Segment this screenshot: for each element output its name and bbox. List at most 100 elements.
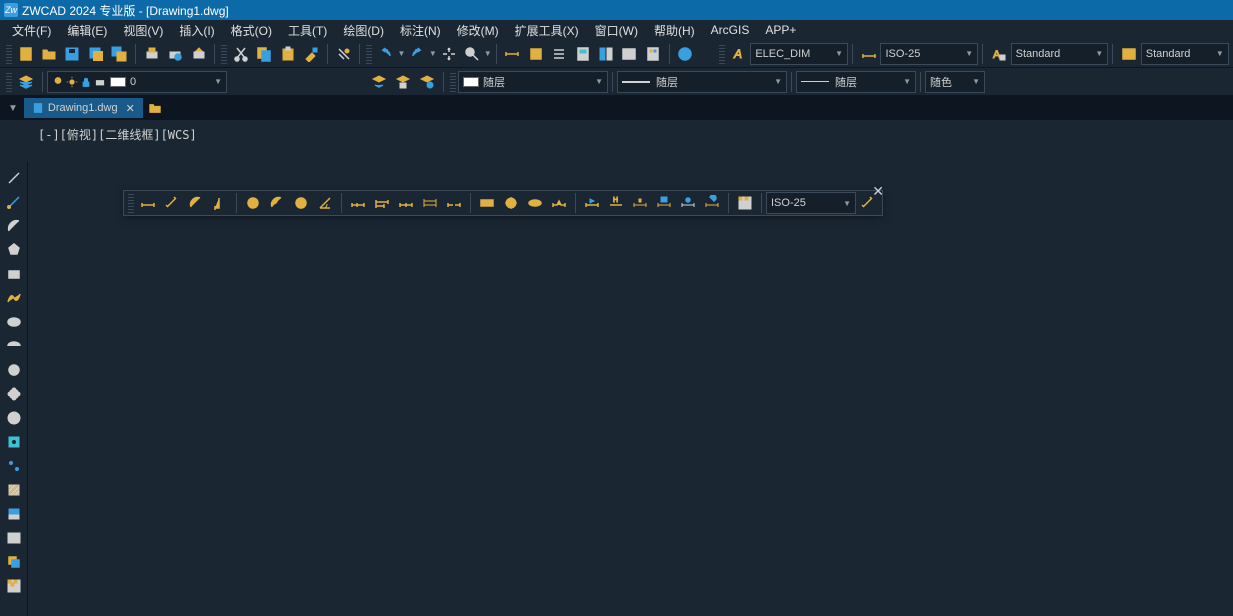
menu-appplus[interactable]: APP+ <box>757 21 804 39</box>
design-center-button[interactable] <box>619 43 640 65</box>
center-mark-button[interactable] <box>500 192 522 214</box>
layer-state-button[interactable] <box>416 71 438 93</box>
arc-button[interactable] <box>3 215 25 237</box>
help-button[interactable]: ? <box>675 43 696 65</box>
dim-quick-button[interactable] <box>347 192 369 214</box>
dim-ordinate-button[interactable] <box>209 192 231 214</box>
menu-file[interactable]: 文件(F) <box>4 20 59 41</box>
rectangle-button[interactable] <box>3 263 25 285</box>
toolbar-grip[interactable] <box>719 44 725 64</box>
menu-extend[interactable]: 扩展工具(X) <box>507 20 587 41</box>
dim-override-button[interactable] <box>653 192 675 214</box>
region-button[interactable] <box>3 551 25 573</box>
redo-button[interactable] <box>406 43 427 65</box>
dim-diameter-button[interactable] <box>290 192 312 214</box>
dim-style-icon[interactable] <box>858 43 879 65</box>
text-mgr-icon[interactable]: A <box>988 43 1009 65</box>
tab-close-icon[interactable]: ✕ <box>126 102 135 115</box>
ray-button[interactable] <box>3 191 25 213</box>
menu-arcgis[interactable]: ArcGIS <box>703 21 758 39</box>
inspect-button[interactable] <box>524 192 546 214</box>
new-tab-button[interactable] <box>147 100 163 116</box>
circle-button[interactable] <box>3 359 25 381</box>
dimstyle-button[interactable] <box>734 192 756 214</box>
plotstyle-dropdown[interactable]: 随色 <box>925 71 985 93</box>
dim-reassoc-button[interactable] <box>677 192 699 214</box>
publish-button[interactable] <box>188 43 209 65</box>
cut-button[interactable] <box>230 43 251 65</box>
toolbar-grip[interactable] <box>450 72 456 92</box>
line-button[interactable] <box>3 167 25 189</box>
menu-window[interactable]: 窗口(W) <box>587 20 646 41</box>
table-style-dropdown[interactable]: Standard <box>1141 43 1229 65</box>
dim-style-dropdown[interactable]: ISO-25 <box>880 43 978 65</box>
layer-iso-button[interactable] <box>392 71 414 93</box>
layer-manager-button[interactable] <box>15 71 37 93</box>
dim-continue-button[interactable] <box>395 192 417 214</box>
tool-palette-button[interactable] <box>642 43 663 65</box>
calculator-button[interactable] <box>572 43 593 65</box>
menu-view[interactable]: 视图(V) <box>115 20 171 41</box>
dim-space-button[interactable] <box>419 192 441 214</box>
tolerance-button[interactable] <box>476 192 498 214</box>
layer-prev-button[interactable] <box>368 71 390 93</box>
save-button[interactable] <box>62 43 83 65</box>
table-style-icon[interactable] <box>1118 43 1139 65</box>
dimension-toolbar[interactable]: H ISO-25 ✕ <box>123 190 883 216</box>
dim-aligned-button[interactable] <box>161 192 183 214</box>
print-preview-button[interactable] <box>164 43 185 65</box>
text-style-dropdown[interactable]: Standard <box>1011 43 1109 65</box>
menu-modify[interactable]: 修改(M) <box>449 20 507 41</box>
area-button[interactable] <box>525 43 546 65</box>
menu-draw[interactable]: 绘图(D) <box>335 20 392 41</box>
properties-button[interactable] <box>595 43 616 65</box>
toolbar-close-icon[interactable]: ✕ <box>872 183 884 200</box>
toolbar-grip[interactable] <box>221 44 227 64</box>
print-button[interactable] <box>141 43 162 65</box>
zoom-dropdown-icon[interactable]: ▼ <box>484 49 492 58</box>
tab-drawing1[interactable]: Drawing1.dwg ✕ <box>24 98 143 118</box>
dim-radius-button[interactable] <box>242 192 264 214</box>
menu-tools[interactable]: 工具(T) <box>280 20 335 41</box>
match-props-button[interactable] <box>300 43 321 65</box>
redo-dropdown-icon[interactable]: ▼ <box>429 49 437 58</box>
color-dropdown[interactable]: 随层 <box>458 71 608 93</box>
dim-align-text-button[interactable] <box>629 192 651 214</box>
toolbar-grip[interactable] <box>128 193 134 213</box>
new-file-button[interactable] <box>15 43 36 65</box>
lineweight-dropdown[interactable]: 随层 <box>796 71 916 93</box>
text-style-icon[interactable]: A <box>728 43 749 65</box>
block-button[interactable] <box>3 431 25 453</box>
dim-linear-button[interactable] <box>137 192 159 214</box>
dim-break-button[interactable] <box>443 192 465 214</box>
zoom-button[interactable] <box>461 43 482 65</box>
menu-dimension[interactable]: 标注(N) <box>392 20 449 41</box>
undo-dropdown-icon[interactable]: ▼ <box>398 49 406 58</box>
dim-arc-button[interactable] <box>185 192 207 214</box>
menu-edit[interactable]: 编辑(E) <box>59 20 115 41</box>
view-status-label[interactable]: [-][俯视][二维线框][WCS] <box>38 126 197 143</box>
wipeout-button[interactable] <box>3 575 25 597</box>
dim-layer-dropdown[interactable]: ELEC_DIM <box>750 43 848 65</box>
distance-button[interactable] <box>502 43 523 65</box>
menu-insert[interactable]: 插入(I) <box>171 20 222 41</box>
jog-line-button[interactable] <box>548 192 570 214</box>
tab-chevron-icon[interactable]: ▼ <box>2 103 24 114</box>
ellipse-arc-button[interactable] <box>3 335 25 357</box>
saveas-button[interactable] <box>85 43 106 65</box>
dim-baseline-button[interactable] <box>371 192 393 214</box>
dim-update-button[interactable] <box>701 192 723 214</box>
dim-edit-button[interactable] <box>581 192 603 214</box>
revcloud-button[interactable] <box>3 383 25 405</box>
pan-button[interactable] <box>438 43 459 65</box>
toolbar-grip[interactable] <box>6 72 12 92</box>
saveall-button[interactable] <box>109 43 130 65</box>
open-file-button[interactable] <box>38 43 59 65</box>
copy-button[interactable] <box>254 43 275 65</box>
toolbar-grip[interactable] <box>6 44 12 64</box>
list-button[interactable] <box>548 43 569 65</box>
toolbar-grip[interactable] <box>366 44 372 64</box>
dim-angular-button[interactable] <box>314 192 336 214</box>
table-button[interactable] <box>3 527 25 549</box>
ellipse-button[interactable] <box>3 311 25 333</box>
